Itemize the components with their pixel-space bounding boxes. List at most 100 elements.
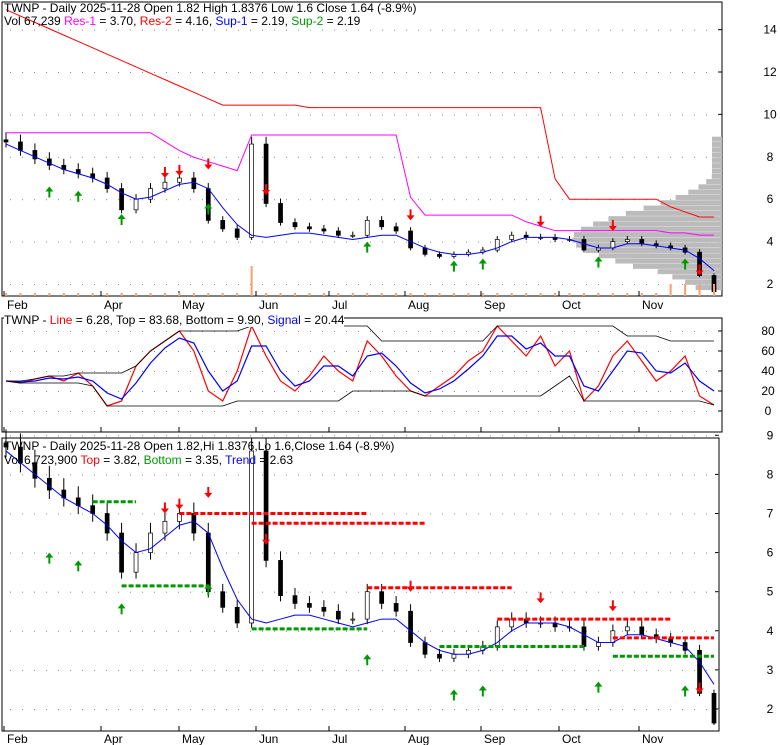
gridline-dot	[118, 591, 119, 593]
gridline-dot	[154, 591, 155, 593]
volume-profile-bar	[572, 237, 722, 243]
gridline-dot	[82, 371, 83, 372]
gridline-dot	[298, 114, 299, 116]
volume-bar	[221, 293, 224, 296]
gridline-dot	[418, 630, 419, 632]
gridline-dot	[166, 709, 167, 710]
volume-bar	[366, 293, 369, 296]
gridline-dot	[382, 513, 383, 515]
gridline-dot	[10, 331, 11, 332]
p1-candle	[249, 143, 254, 238]
sup1-label: Sup-1	[215, 14, 248, 28]
gridline-dot	[478, 513, 479, 515]
gridline-dot	[502, 411, 503, 412]
gridline-dot	[370, 591, 371, 593]
gridline-dot	[334, 669, 335, 671]
gridline-dot	[550, 474, 551, 476]
gridline-dot	[562, 391, 563, 392]
gridline-dot	[262, 435, 263, 437]
gridline-dot	[58, 391, 59, 392]
gridline-dot	[418, 156, 419, 158]
y-tick-label: 9	[767, 428, 774, 442]
gridline-dot	[574, 709, 575, 710]
gridline-dot	[118, 114, 119, 116]
gridline-dot	[454, 709, 455, 710]
gridline-dot	[598, 435, 599, 437]
gridline-dot	[490, 630, 491, 632]
gridline-dot	[394, 156, 395, 158]
gridline-dot	[682, 114, 683, 116]
volume-bar	[597, 293, 600, 296]
gridline-dot	[538, 241, 539, 243]
gridline-dot	[694, 29, 695, 31]
gridline-dot	[118, 669, 119, 671]
gridline-dot	[154, 241, 155, 243]
gridline-dot	[706, 513, 707, 515]
gridline-dot	[142, 591, 143, 593]
gridline-dot	[346, 114, 347, 116]
volume-bar	[178, 293, 181, 296]
gridline-dot	[286, 241, 287, 243]
gridline-dot	[142, 513, 143, 515]
gridline-dot	[586, 411, 587, 412]
gridline-dot	[586, 156, 587, 158]
gridline-dot	[130, 591, 131, 593]
gridline-dot	[94, 114, 95, 116]
gridline-dot	[286, 114, 287, 116]
volume-bar	[308, 293, 311, 296]
p3-candle	[278, 560, 283, 596]
gridline-dot	[442, 474, 443, 476]
gridline-dot	[274, 552, 275, 554]
gridline-dot	[610, 156, 611, 158]
gridline-dot	[46, 114, 47, 116]
gridline-dot	[130, 72, 131, 73]
gridline-dot	[478, 474, 479, 476]
gridline-dot	[154, 552, 155, 554]
gridline-dot	[166, 331, 167, 332]
gridline-dot	[694, 669, 695, 671]
gridline-dot	[502, 630, 503, 632]
gridline-dot	[106, 114, 107, 116]
gridline-dot	[334, 371, 335, 372]
gridline-dot	[454, 156, 455, 158]
y-tick-label: 2	[767, 702, 774, 716]
gridline-dot	[538, 391, 539, 392]
gridline-dot	[418, 411, 419, 412]
gridline-dot	[70, 411, 71, 412]
gridline-dot	[202, 241, 203, 243]
gridline-dot	[598, 411, 599, 412]
gridline-dot	[46, 156, 47, 158]
gridline-dot	[634, 29, 635, 31]
gridline-dot	[442, 513, 443, 515]
gridline-dot	[586, 552, 587, 554]
gridline-dot	[670, 72, 671, 73]
gridline-dot	[82, 241, 83, 243]
gridline-dot	[598, 29, 599, 31]
volume-profile-bar	[573, 232, 722, 238]
gridline-dot	[574, 513, 575, 515]
gridline-dot	[502, 591, 503, 593]
gridline-dot	[226, 156, 227, 158]
gridline-dot	[622, 156, 623, 158]
gridline-dot	[262, 29, 263, 31]
gridline-dot	[430, 591, 431, 593]
gridline-dot	[274, 474, 275, 476]
gridline-dot	[442, 411, 443, 412]
gridline-dot	[670, 513, 671, 515]
gridline-dot	[118, 552, 119, 554]
gridline-dot	[454, 351, 455, 352]
gridline-dot	[514, 435, 515, 437]
gridline-dot	[598, 351, 599, 352]
gridline-dot	[550, 331, 551, 332]
gridline-dot	[310, 371, 311, 372]
gridline-dot	[346, 411, 347, 412]
gridline-dot	[394, 435, 395, 437]
volume-bar	[467, 293, 470, 296]
gridline-dot	[46, 29, 47, 31]
gridline-dot	[94, 199, 95, 201]
gridline-dot	[526, 709, 527, 710]
gridline-dot	[538, 351, 539, 352]
gridline-dot	[658, 552, 659, 554]
gridline-dot	[634, 114, 635, 116]
gridline-dot	[526, 114, 527, 116]
